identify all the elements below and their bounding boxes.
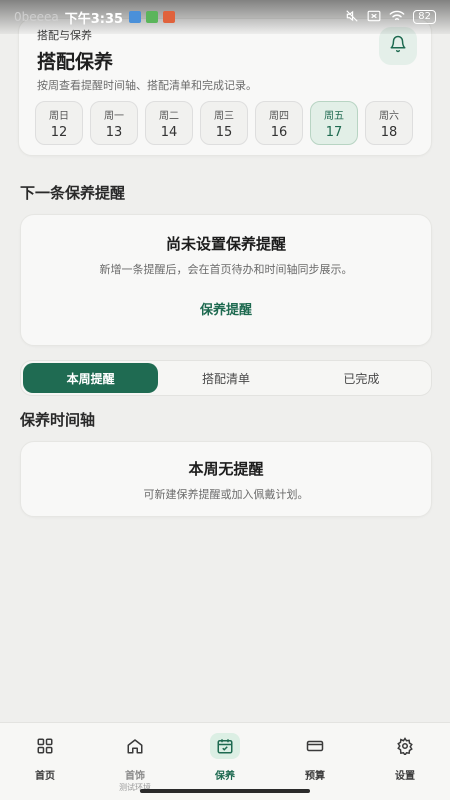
timeline-empty-description: 可新建保养提醒或加入佩戴计划。 (143, 488, 309, 501)
day-date: 15 (215, 124, 233, 140)
nav-item-home[interactable]: 首页 (10, 733, 80, 800)
timeline-empty-title: 本周无提醒 (188, 460, 264, 478)
status-time: 下午3:35 (64, 11, 124, 27)
page-title: 搭配保养 (37, 51, 114, 73)
download-notification-icon (146, 11, 159, 23)
sim-icon (367, 10, 381, 25)
day-fri-selected[interactable]: 周五 17 (310, 101, 358, 145)
mute-icon (345, 9, 359, 26)
day-sun[interactable]: 周日 12 (35, 101, 83, 145)
day-wed[interactable]: 周三 15 (200, 101, 248, 145)
segmented-tabs: 本周提醒 搭配清单 已完成 (20, 360, 432, 396)
next-reminder-empty-card: 尚未设置保养提醒 新增一条提醒后，会在首页待办和时间轴同步展示。 保养提醒 (20, 214, 432, 346)
nav-label: 首页 (35, 771, 55, 782)
add-maintenance-reminder-link[interactable]: 保养提醒 (21, 299, 431, 318)
nav-item-settings[interactable]: 设置 (370, 733, 440, 800)
day-weekday: 周一 (104, 110, 124, 122)
week-selector: 周日 12 周一 13 周二 14 周三 15 周四 16 周五 17 周六 1… (35, 101, 413, 145)
day-mon[interactable]: 周一 13 (90, 101, 138, 145)
day-weekday: 周五 (324, 110, 344, 122)
nav-label: 设置 (395, 771, 415, 782)
bell-icon (389, 35, 407, 57)
maintenance-header-card: 搭配与保养 搭配保养 按周查看提醒时间轴、搭配清单和完成记录。 周日 12 周一… (18, 18, 432, 156)
status-bar: 0beeea 下午3:35 82 (0, 0, 450, 34)
next-reminder-heading: 下一条保养提醒 (20, 184, 126, 202)
day-sat[interactable]: 周六 18 (365, 101, 413, 145)
day-tue[interactable]: 周二 14 (145, 101, 193, 145)
day-weekday: 周三 (214, 110, 234, 122)
house-icon (120, 733, 150, 759)
wifi-icon (389, 10, 405, 25)
status-ghost-text: 0beeea (14, 10, 59, 24)
day-date: 17 (325, 124, 343, 140)
calendar-icon (210, 733, 240, 759)
day-weekday: 周四 (269, 110, 289, 122)
timeline-heading: 保养时间轴 (20, 411, 96, 429)
day-date: 13 (105, 124, 123, 140)
gear-icon (390, 733, 420, 759)
day-weekday: 周日 (49, 110, 69, 122)
shop-notification-icon (163, 11, 176, 23)
card-icon (300, 733, 330, 759)
nav-label: 首饰 (125, 771, 145, 782)
day-date: 12 (50, 124, 68, 140)
day-weekday: 周二 (159, 110, 179, 122)
grid-icon (30, 733, 60, 759)
day-date: 14 (160, 124, 178, 140)
empty-state-title: 尚未设置保养提醒 (165, 235, 286, 253)
day-date: 18 (380, 124, 398, 140)
day-weekday: 周六 (379, 110, 399, 122)
header-description: 按周查看提醒时间轴、搭配清单和完成记录。 (37, 79, 257, 92)
timeline-empty-card: 本周无提醒 可新建保养提醒或加入佩戴计划。 (20, 441, 432, 517)
home-indicator[interactable] (140, 789, 310, 793)
day-date: 16 (270, 124, 288, 140)
tab-outfit-list[interactable]: 搭配清单 (158, 363, 293, 393)
nav-label: 保养 (215, 771, 235, 782)
empty-state-description: 新增一条提醒后，会在首页待办和时间轴同步展示。 (99, 263, 353, 276)
tab-this-week[interactable]: 本周提醒 (23, 363, 159, 393)
battery-indicator: 82 (413, 10, 436, 24)
day-thu[interactable]: 周四 16 (255, 101, 303, 145)
app-notification-icon (129, 11, 142, 23)
tab-completed[interactable]: 已完成 (294, 363, 429, 393)
nav-label: 预算 (305, 771, 325, 782)
